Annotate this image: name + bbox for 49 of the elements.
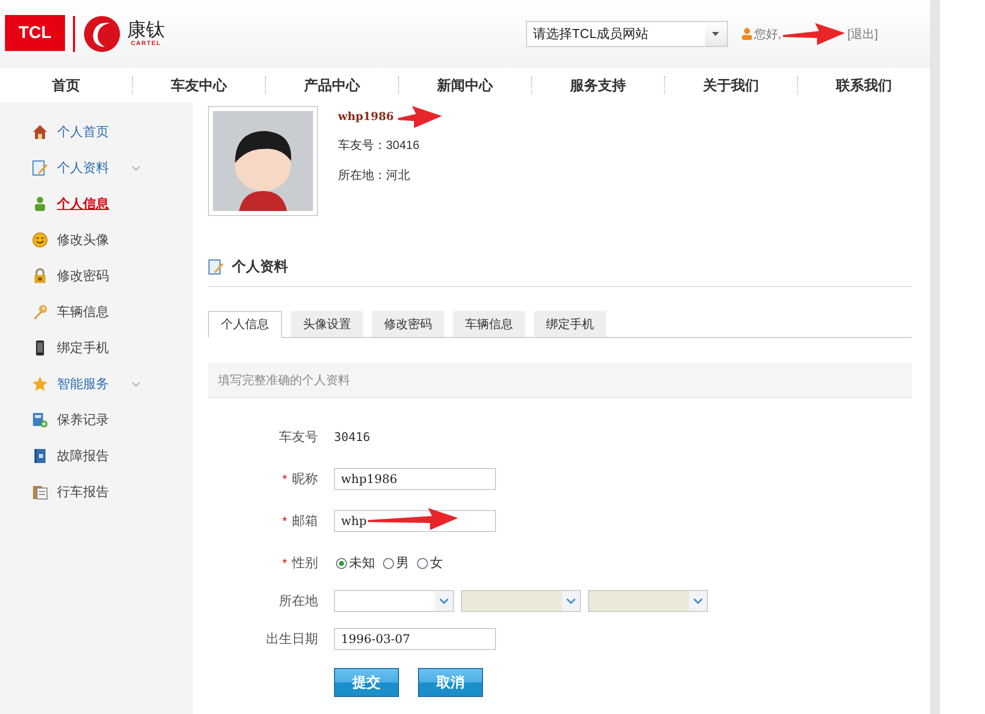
sidebar-item[interactable]: 行车报告 — [0, 474, 193, 510]
tab[interactable]: 车辆信息 — [453, 311, 525, 337]
sidebar-item[interactable]: 车辆信息 — [0, 294, 193, 330]
field-label: 邮箱 — [292, 512, 318, 530]
field-label: 所在地 — [279, 592, 318, 610]
radio-option[interactable]: 未知 — [334, 554, 377, 572]
input-field[interactable]: 1996-03-07 — [334, 628, 496, 650]
sidebar-item[interactable]: 个人资料 — [0, 150, 193, 186]
nav-link[interactable]: 新闻中心 — [437, 77, 493, 93]
member-number: 车友号：30416 — [338, 137, 420, 154]
field-label: 性别 — [292, 554, 318, 572]
sidebar-item[interactable]: 修改密码 — [0, 258, 193, 294]
radio-option[interactable]: 女 — [415, 554, 445, 572]
field-label: 车友号 — [279, 428, 318, 446]
form-button[interactable]: 提交 — [334, 668, 399, 697]
radio-option[interactable]: 男 — [381, 554, 411, 572]
site-select[interactable]: 请选择TCL成员网站 — [526, 21, 728, 47]
nav-link[interactable]: 产品中心 — [304, 77, 360, 93]
required-mark: * — [282, 472, 287, 486]
field-label: 昵称 — [292, 470, 318, 488]
sidebar-item[interactable]: 智能服务 — [0, 366, 193, 402]
nav-link[interactable]: 联系我们 — [836, 77, 892, 93]
nav-link[interactable]: 首页 — [52, 77, 80, 93]
sidebar-item[interactable]: 绑定手机 — [0, 330, 193, 366]
sidebar-item[interactable]: 保养记录 — [0, 402, 193, 438]
sidebar-item[interactable]: 修改头像 — [0, 222, 193, 258]
tab[interactable]: 个人信息 — [208, 311, 282, 338]
nav-link[interactable]: 关于我们 — [703, 77, 759, 93]
required-mark: * — [282, 556, 287, 570]
nav-link[interactable]: 服务支持 — [570, 77, 626, 93]
input-field[interactable]: whp1986 — [334, 468, 496, 490]
username: whp1986 — [338, 110, 394, 123]
field-value: 30416 — [334, 430, 370, 444]
section-title: 个人资料 — [232, 258, 288, 276]
sidebar-item[interactable]: 故障报告 — [0, 438, 193, 474]
tcl-logo: TCL — [5, 14, 65, 50]
field-label: 出生日期 — [266, 630, 318, 648]
required-mark: * — [282, 514, 287, 528]
greeting-text: 您好, — [754, 26, 782, 42]
tab[interactable]: 绑定手机 — [534, 311, 606, 337]
sidebar-item[interactable]: 个人首页 — [0, 114, 193, 150]
hint-bar: 填写完整准确的个人资料 — [208, 363, 912, 398]
tab[interactable]: 修改密码 — [372, 311, 444, 337]
tab[interactable]: 头像设置 — [291, 311, 363, 337]
sidebar-item[interactable]: 个人信息 — [0, 186, 193, 222]
nav-link[interactable]: 车友中心 — [171, 77, 227, 93]
logout-link[interactable]: [退出] — [847, 26, 878, 42]
brand-name: 康钛 — [127, 21, 165, 41]
location-text: 所在地：河北 — [338, 167, 411, 184]
